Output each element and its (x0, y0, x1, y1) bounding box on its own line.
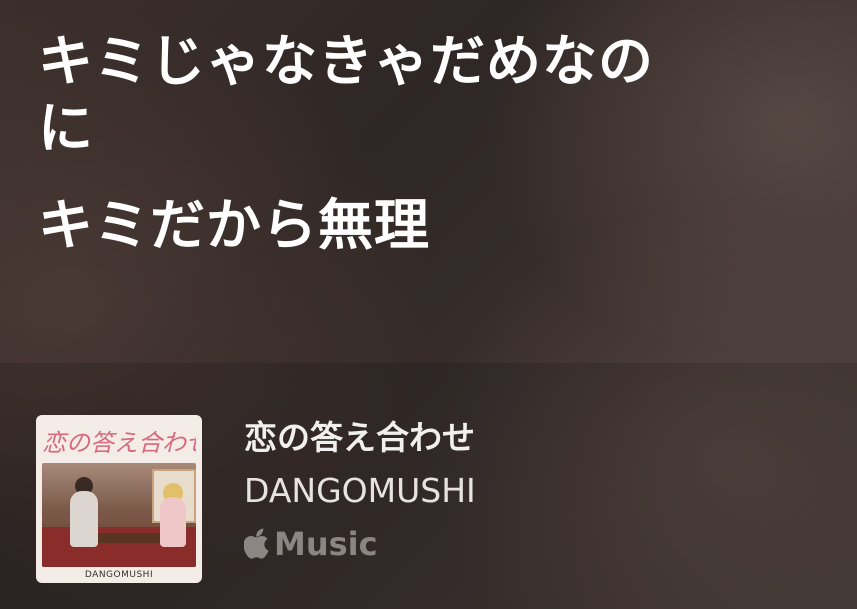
album-art-title: 恋の答え合わせ (42, 429, 196, 457)
album-art-person-right (160, 497, 186, 547)
service-badge[interactable]: Music (243, 524, 378, 564)
album-art-photo (42, 463, 196, 567)
service-label: Music (274, 525, 378, 563)
lyrics-block: キミじゃなきゃだめなの に キミだから無理 (38, 28, 838, 259)
album-art-person-left (70, 491, 98, 547)
apple-icon (243, 528, 272, 560)
album-art-caption: DANGOMUSHI (84, 570, 154, 580)
album-art[interactable]: 恋の答え合わせ DANGOMUSHI (36, 415, 202, 583)
lyric-gap (38, 162, 838, 192)
lyric-line-3: キミだから無理 (38, 193, 431, 257)
lyric-line-2: に (38, 96, 95, 160)
lyrics-share-card: キミじゃなきゃだめなの に キミだから無理 恋の答え合わせ DANGOMUSHI… (0, 0, 857, 609)
song-title[interactable]: 恋の答え合わせ (244, 418, 475, 458)
lyric-line-1: キミじゃなきゃだめなの (38, 29, 655, 93)
artist-name[interactable]: DANGOMUSHI (244, 471, 476, 511)
